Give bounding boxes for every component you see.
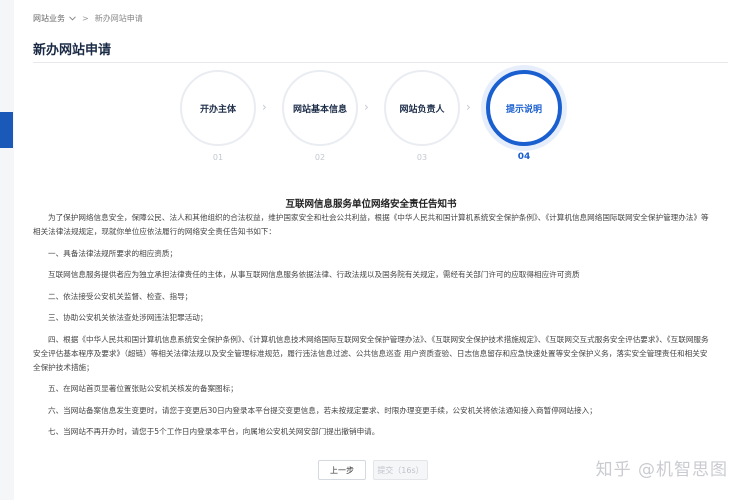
step-3-circle: 网站负责人 xyxy=(384,70,460,146)
notice-paragraph: 七、当网站不再开办时，请您于5个工作日内登录本平台，向属地公安机关网安部门提出撤… xyxy=(48,427,380,436)
breadcrumb-current: 新办网站申请 xyxy=(94,14,143,23)
notice-paragraph: 一、具备法律法规所要求的相应资质； xyxy=(48,248,178,258)
watermark: 知乎 @机智思图 xyxy=(595,460,728,480)
notice-paragraph: 二、依法接受公安机关监督、检查、指导； xyxy=(48,291,193,301)
notice-paragraph: 三、协助公安机关依法查处涉网违法犯罪活动； xyxy=(48,313,208,322)
notice-paragraph: 互联网信息服务提供者应为独立承担法律责任的主体，从事互联网信息服务依据法律、行政… xyxy=(48,270,580,279)
prev-step-button[interactable]: 上一步 xyxy=(318,460,366,480)
step-2-circle: 网站基本信息 xyxy=(282,70,358,146)
step-2-label: 网站基本信息 xyxy=(292,104,347,115)
notice-title: 互联网信息服务单位网络安全责任告知书 xyxy=(285,199,457,210)
submit-button[interactable]: 提交（16s） xyxy=(373,460,428,480)
left-sidebar xyxy=(0,0,14,500)
step-arrow-icon: › xyxy=(262,100,267,114)
notice-content: 为了保护网络信息安全，保障公民、法人和其他组织的合法权益，维护国家安全和社会公共… xyxy=(33,211,713,447)
step-4-label: 提示说明 xyxy=(505,104,542,115)
step-1-circle: 开办主体 xyxy=(180,70,256,146)
notice-paragraph: 六、当网站备案信息发生变更时，请您于变更后30日内登录本平台提交变更信息，若未按… xyxy=(48,405,597,415)
step-1-number: 01 xyxy=(212,153,224,162)
notice-paragraph: 四、根据《中华人民共和国计算机信息系统安全保护条例》、《计算机信息技术网络国际互… xyxy=(33,334,709,372)
page-title: 新办网站申请 xyxy=(33,43,112,58)
step-2-number: 02 xyxy=(314,153,326,162)
step-3-label: 网站负责人 xyxy=(399,104,445,115)
step-arrow-icon: › xyxy=(466,100,471,114)
title-divider xyxy=(33,62,728,63)
notice-paragraph: 五、在网站首页显著位置张贴公安机关核发的备案图标； xyxy=(48,384,238,393)
breadcrumb-parent[interactable]: 网站业务 xyxy=(33,13,65,24)
breadcrumb-separator: > xyxy=(82,14,89,23)
sidebar-active-marker[interactable] xyxy=(0,112,13,148)
step-4-number: 04 xyxy=(517,152,531,162)
notice-paragraph: 为了保护网络信息安全，保障公民、法人和其他组织的合法权益，维护国家安全和社会公共… xyxy=(33,213,709,236)
step-1-label: 开办主体 xyxy=(199,104,236,115)
step-4-circle: 提示说明 xyxy=(486,70,562,146)
breadcrumb: 网站业务 > 新办网站申请 xyxy=(33,13,143,24)
chevron-down-icon[interactable] xyxy=(69,15,76,23)
step-3-number: 03 xyxy=(416,153,428,162)
step-arrow-icon: › xyxy=(364,100,369,114)
